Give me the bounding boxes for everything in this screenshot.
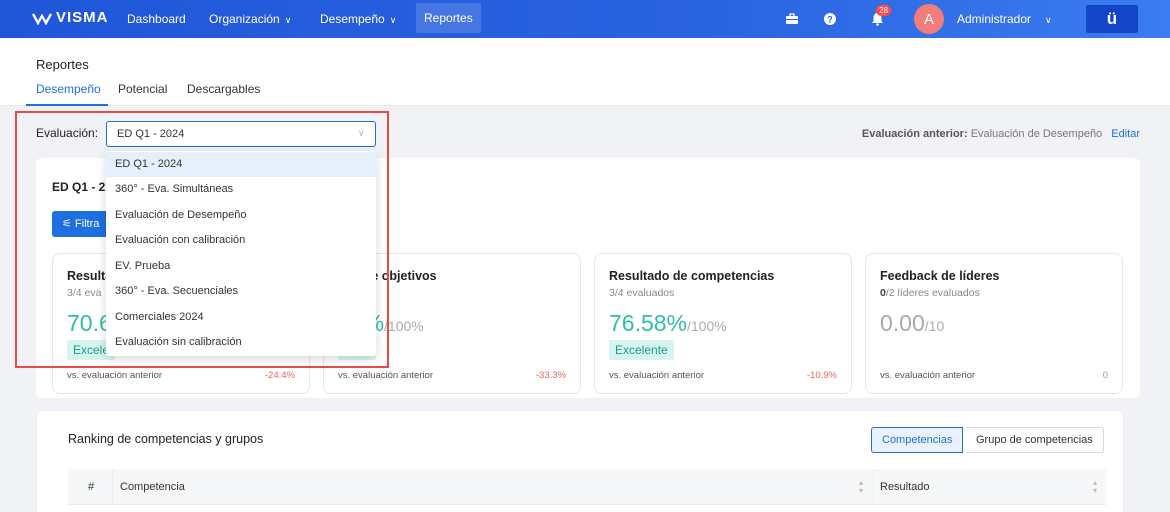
column-header-resultado[interactable]: Resultado (880, 481, 930, 493)
nav-item-desempeno[interactable]: Desempeño ∨ (320, 0, 396, 38)
notification-count-badge: 28 (876, 5, 891, 16)
chevron-down-icon: ∨ (389, 15, 397, 25)
metric-subtitle: 0/2 líderes evaluados (880, 287, 980, 299)
user-menu[interactable]: Administrador ∨ (957, 0, 1052, 38)
metric-comparison-label: vs. evaluación anterior (67, 370, 163, 381)
previous-evaluation-value: Evaluación de Desempeño (970, 128, 1103, 140)
nav-item-label: Dashboard (127, 12, 186, 26)
sort-icon[interactable]: ▴ ▾ (859, 479, 863, 495)
metric-badge: Excelente (609, 340, 674, 360)
nav-item-reportes[interactable]: Reportes (416, 3, 481, 33)
nav-item-organizacion[interactable]: Organización ∨ (209, 0, 291, 38)
metric-delta: -33.3% (535, 370, 566, 381)
user-name: Administrador (957, 12, 1032, 26)
nav-item-label: Reportes (424, 11, 473, 25)
metric-comparison-label: vs. evaluación anterior (338, 370, 434, 381)
ranking-title: Ranking de competencias y grupos (68, 432, 264, 446)
previous-evaluation: Evaluación anterior: Evaluación de Desem… (862, 128, 1140, 140)
tab-desempeno[interactable]: Desempeño (36, 82, 101, 96)
active-tab-indicator (26, 104, 108, 106)
highlight-annotation-box (15, 111, 389, 368)
avatar[interactable]: A (914, 4, 944, 34)
metric-title: Resultado de competencias (609, 269, 775, 283)
tab-descargables[interactable]: Descargables (187, 82, 260, 96)
metric-delta: 0 (1102, 370, 1108, 381)
app-logo[interactable]: ü (1086, 5, 1138, 33)
top-navigation-bar: VISMA Dashboard Organización ∨ Desempeño ∨… (0, 0, 1170, 38)
metric-value: 0.00/10 (880, 310, 944, 337)
metric-delta: -24.4% (264, 370, 295, 381)
page-title: Reportes (36, 57, 89, 72)
metric-card-competencias: Resultado de competencias 3/4 evaluados … (594, 253, 852, 394)
chevron-down-icon: ∨ (284, 15, 292, 25)
ranking-table-header: # Competencia ▴ ▾ Resultado ▴ ▾ (68, 469, 1106, 505)
metric-denominator: /100% (687, 318, 727, 334)
metric-denominator: /10 (924, 318, 945, 334)
nav-item-dashboard[interactable]: Dashboard (127, 0, 186, 38)
bell-icon[interactable]: 28 (868, 5, 891, 28)
column-divider (112, 469, 113, 505)
metric-delta: -10.9% (806, 370, 837, 381)
metric-value: 76.58%/100% (609, 310, 727, 337)
briefcase-icon[interactable] (783, 10, 801, 28)
metric-denominator: /100% (384, 318, 424, 334)
metric-comparison-label: vs. evaluación anterior (880, 370, 976, 381)
metric-title: Feedback de líderes (880, 269, 1000, 283)
segment-competencias[interactable]: Competencias (871, 427, 964, 453)
nav-item-label: Organización (209, 12, 280, 26)
metric-subtitle-text: /2 líderes evaluados (885, 287, 980, 299)
sort-icon[interactable]: ▴ ▾ (1093, 479, 1097, 495)
visma-mark-icon (32, 11, 52, 25)
brand-name: VISMA (56, 9, 109, 26)
previous-evaluation-label: Evaluación anterior: (861, 128, 968, 140)
metric-value-number: 76.58% (609, 310, 688, 336)
metric-comparison-label: vs. evaluación anterior (609, 370, 705, 381)
edit-link[interactable]: Editar (1111, 128, 1140, 140)
metric-value-number: 0.00 (880, 310, 925, 336)
metric-subtitle: 3/4 evaluados (609, 287, 675, 299)
visma-logo[interactable]: VISMA (32, 9, 109, 26)
column-header-competencia[interactable]: Competencia (120, 481, 185, 493)
chevron-down-icon: ∨ (1045, 15, 1052, 25)
help-icon[interactable]: ? (821, 10, 839, 28)
tab-potencial[interactable]: Potencial (118, 82, 167, 96)
nav-item-label: Desempeño (320, 12, 385, 26)
metric-card-feedback-lideres: Feedback de líderes 0/2 líderes evaluado… (865, 253, 1123, 394)
column-header-index: # (88, 481, 95, 493)
page-header: Reportes Desempeño Potencial Descargable… (0, 38, 1170, 106)
segment-grupo-competencias[interactable]: Grupo de competencias (966, 427, 1104, 453)
svg-text:?: ? (827, 15, 833, 25)
column-divider (873, 469, 874, 505)
